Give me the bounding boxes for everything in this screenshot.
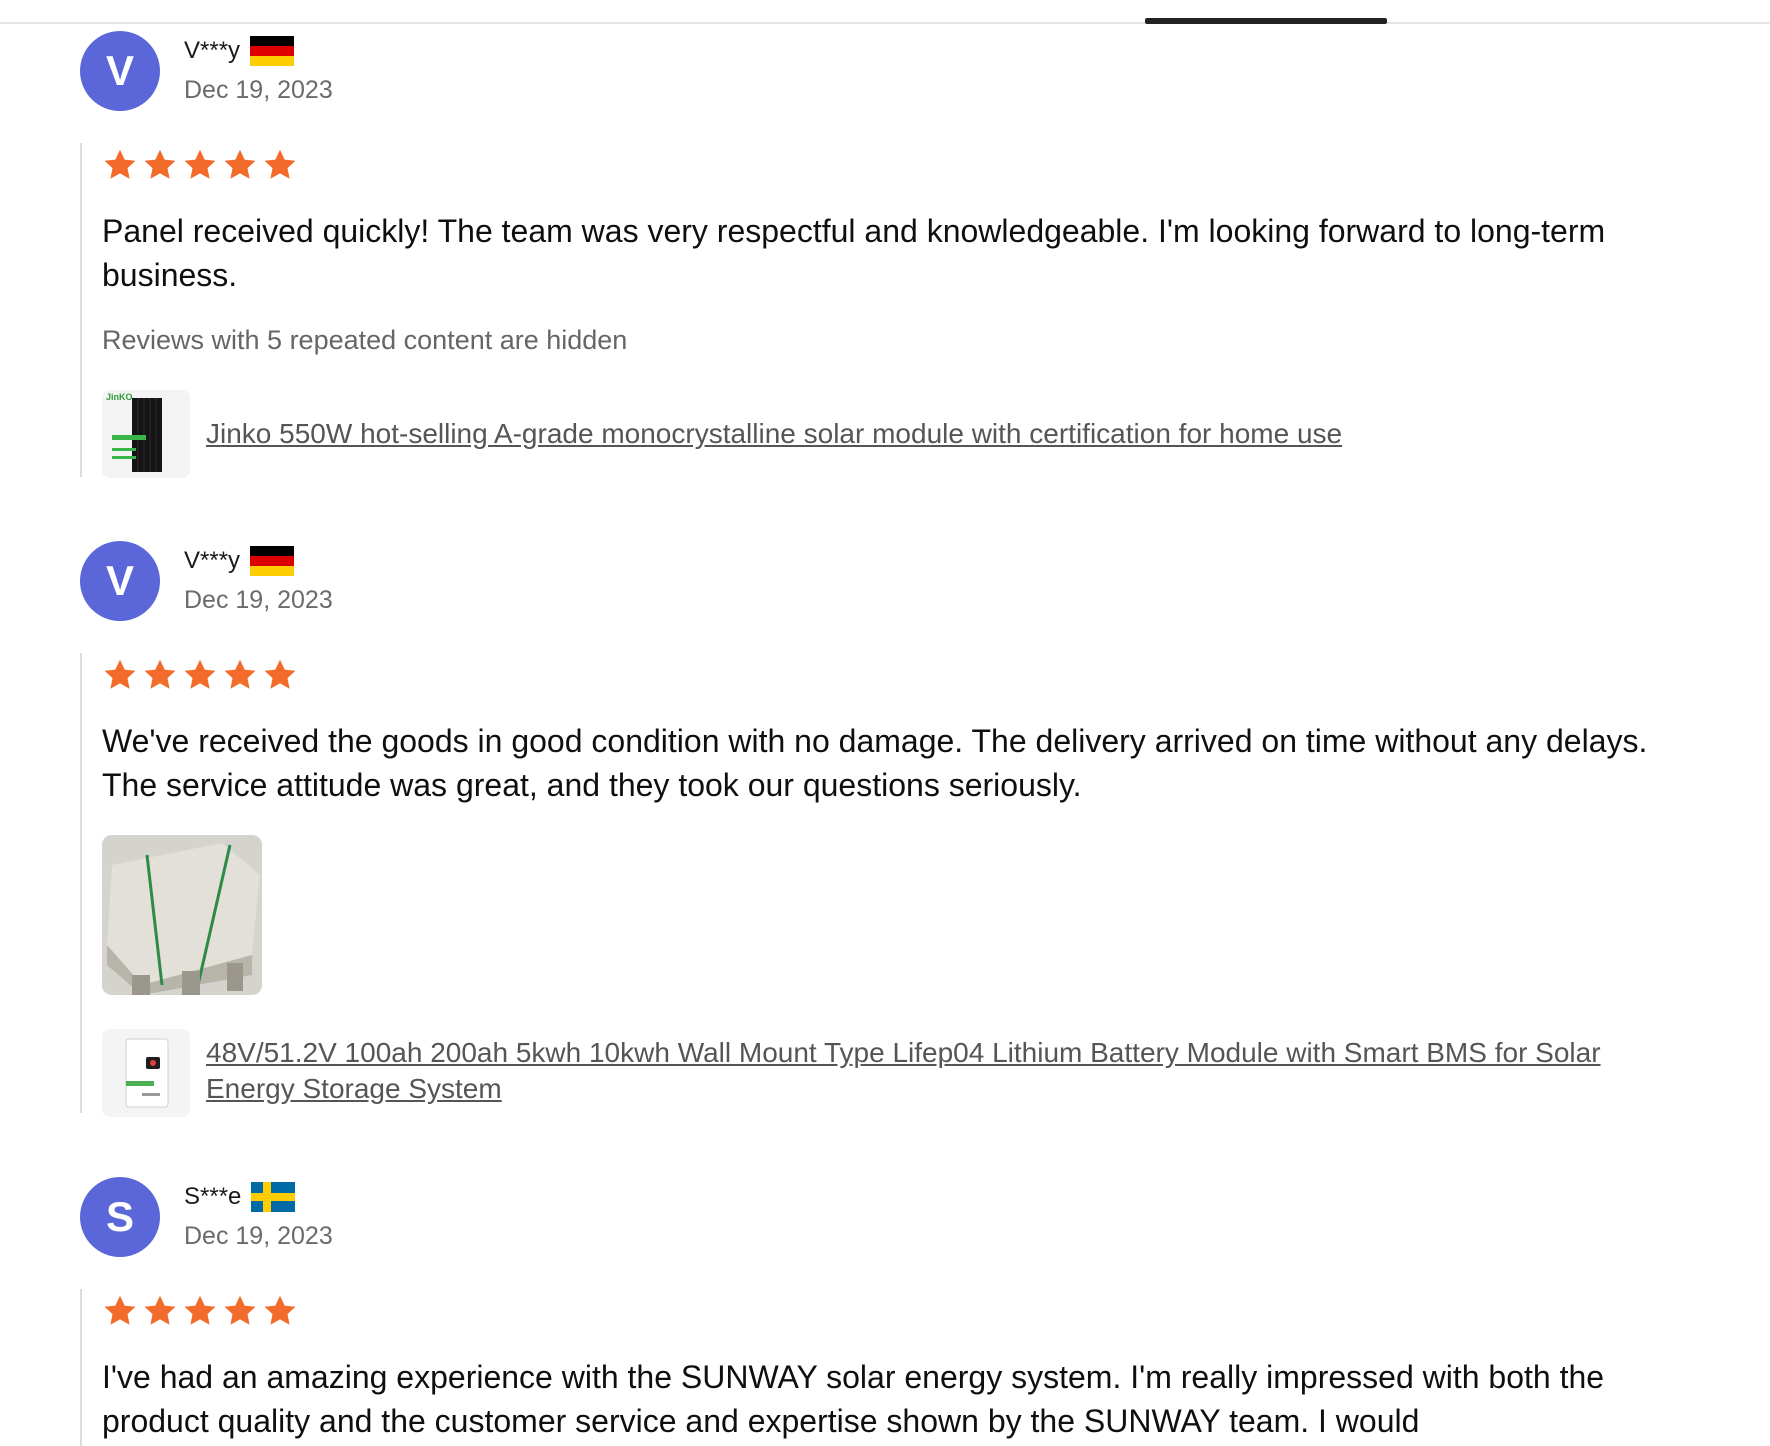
review-date: Dec 19, 2023: [184, 76, 333, 104]
reviewer-name: V***y: [184, 547, 241, 574]
reviewer-info: V***y: [184, 546, 295, 576]
hidden-reviews-note: Reviews with 5 repeated content are hidd…: [102, 325, 628, 355]
tab-bar: [0, 0, 1770, 24]
avatar: V: [80, 541, 160, 621]
product-link[interactable]: 48V/51.2V 100ah 200ah 5kwh 10kwh Wall Mo…: [206, 1035, 1626, 1107]
active-tab-indicator: [1145, 18, 1387, 24]
avatar: V: [80, 31, 160, 111]
star-icon: [262, 657, 298, 693]
sweden-flag-icon: [251, 1182, 296, 1212]
avatar-letter: V: [105, 47, 134, 94]
review-body: Panel received quickly! The team was ver…: [80, 143, 1680, 478]
product-link[interactable]: Jinko 550W hot-selling A-grade monocryst…: [206, 416, 1626, 452]
star-icon: [142, 657, 178, 693]
star-icon: [262, 147, 298, 183]
star-icon: [222, 1293, 258, 1329]
review-body: We've received the goods in good conditi…: [80, 653, 1680, 1117]
review-photo[interactable]: [102, 835, 262, 995]
product-thumbnail[interactable]: [102, 1029, 190, 1117]
review-text: We've received the goods in good conditi…: [102, 723, 1648, 803]
reviewer-name: S***e: [184, 1183, 242, 1210]
avatar-letter: S: [105, 1193, 134, 1240]
review-text: Panel received quickly! The team was ver…: [102, 213, 1606, 293]
review-body: I've had an amazing experience with the …: [80, 1289, 1680, 1446]
review-date: Dec 19, 2023: [184, 1222, 333, 1250]
star-icon: [142, 1293, 178, 1329]
review-text: I've had an amazing experience with the …: [102, 1359, 1605, 1439]
star-icon: [102, 1293, 138, 1329]
star-icon: [222, 657, 258, 693]
product-reference[interactable]: JinKO Jinko 550W hot-selling A-grade mon…: [102, 390, 1680, 478]
star-icon: [182, 657, 218, 693]
star-rating: [102, 1293, 1680, 1329]
star-rating: [102, 657, 1680, 693]
reviewer-name: V***y: [184, 37, 241, 64]
avatar-letter: V: [105, 557, 134, 604]
star-icon: [262, 1293, 298, 1329]
product-thumbnail[interactable]: JinKO: [102, 390, 190, 478]
germany-flag-icon: [250, 36, 295, 66]
star-icon: [102, 657, 138, 693]
star-icon: [102, 147, 138, 183]
germany-flag-icon: [250, 546, 295, 576]
star-icon: [222, 147, 258, 183]
star-icon: [142, 147, 178, 183]
product-reference[interactable]: 48V/51.2V 100ah 200ah 5kwh 10kwh Wall Mo…: [102, 1029, 1680, 1117]
product-thumb-brand: JinKO: [106, 392, 133, 402]
reviewer-info: V***y: [184, 36, 295, 66]
star-icon: [182, 1293, 218, 1329]
star-icon: [182, 147, 218, 183]
avatar: S: [80, 1177, 160, 1257]
reviewer-info: S***e: [184, 1182, 296, 1212]
review-date: Dec 19, 2023: [184, 586, 333, 614]
star-rating: [102, 147, 1680, 183]
